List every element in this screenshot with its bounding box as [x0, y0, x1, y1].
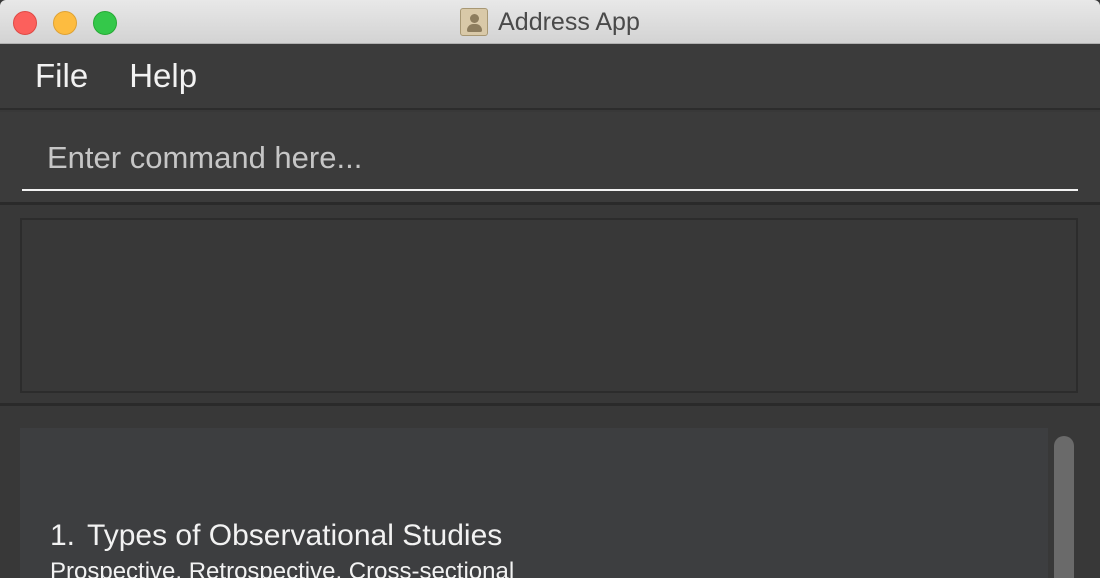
title-bar: Address App	[0, 0, 1100, 44]
list-item-subtitle: Prospective, Retrospective, Cross-sectio…	[50, 558, 515, 578]
window-title: Address App	[498, 7, 640, 36]
command-input[interactable]	[22, 126, 1078, 191]
list-panel: 1. Types of Observational Studies Prospe…	[0, 409, 1100, 578]
address-book-icon	[460, 8, 489, 36]
list-item-title-row: 1. Types of Observational Studies	[50, 518, 1048, 554]
window-title-group: Address App	[0, 0, 1100, 44]
list-item[interactable]: 1. Types of Observational Studies Prospe…	[20, 428, 1048, 578]
list-item-index: 1.	[50, 519, 76, 552]
menu-help[interactable]: Help	[129, 57, 197, 95]
command-box	[0, 112, 1100, 205]
app-window: Address App File Help 1. Types of Observ…	[0, 0, 1100, 578]
result-display[interactable]	[20, 218, 1078, 393]
menu-bar: File Help	[0, 44, 1100, 110]
menu-file[interactable]: File	[35, 57, 88, 95]
list-scrollbar[interactable]	[1054, 436, 1074, 578]
list-item-title: Types of Observational Studies	[87, 519, 503, 552]
result-display-panel	[0, 208, 1100, 406]
